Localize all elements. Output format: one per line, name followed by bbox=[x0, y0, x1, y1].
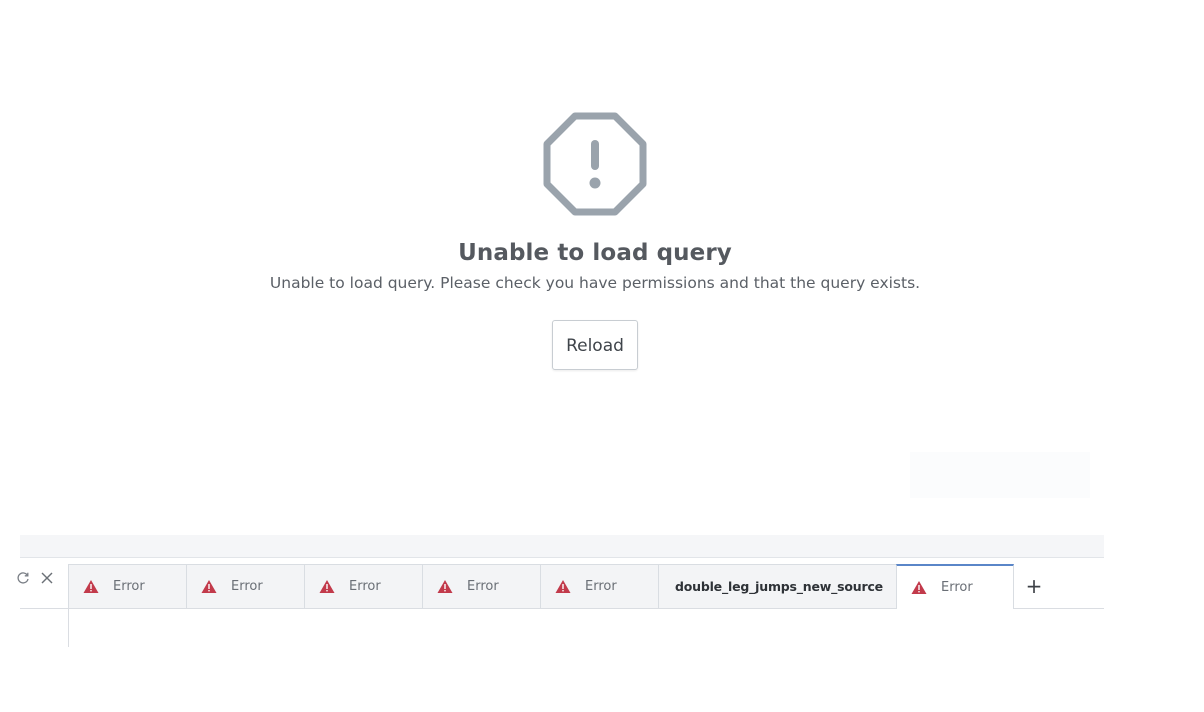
tab-error-4[interactable]: Error bbox=[422, 564, 540, 608]
tab-bar: Error Error Error Error Error double_leg… bbox=[17, 557, 1104, 609]
warning-triangle-icon bbox=[319, 580, 335, 593]
close-icon[interactable] bbox=[40, 571, 54, 585]
error-message: Unable to load query. Please check you h… bbox=[269, 274, 921, 292]
tab-label: Error bbox=[941, 580, 973, 595]
tab-error-1[interactable]: Error bbox=[68, 564, 186, 608]
tab-error-5[interactable]: Error bbox=[540, 564, 658, 608]
tab-error-2[interactable]: Error bbox=[186, 564, 304, 608]
ghost-toolbar bbox=[910, 452, 1090, 498]
tab-label: Error bbox=[113, 579, 145, 594]
warning-triangle-icon bbox=[201, 580, 217, 593]
tab-error-active[interactable]: Error bbox=[896, 564, 1014, 609]
tabbar-top-band bbox=[20, 535, 1104, 557]
tab-error-3[interactable]: Error bbox=[304, 564, 422, 608]
refresh-icon[interactable] bbox=[16, 571, 30, 585]
error-title: Unable to load query bbox=[458, 240, 732, 266]
panel-divider bbox=[68, 607, 69, 647]
warning-triangle-icon bbox=[437, 580, 453, 593]
octagon-exclamation-icon bbox=[543, 112, 647, 216]
tab-list: Error Error Error Error Error double_leg… bbox=[68, 564, 1054, 609]
error-panel: Unable to load query Unable to load quer… bbox=[0, 110, 1190, 370]
warning-triangle-icon bbox=[83, 580, 99, 593]
page: Unable to load query Unable to load quer… bbox=[0, 0, 1204, 712]
tab-label: Error bbox=[585, 579, 617, 594]
tab-label: Error bbox=[349, 579, 381, 594]
warning-triangle-icon bbox=[555, 580, 571, 593]
tabbar-controls bbox=[17, 558, 68, 598]
tab-label: Error bbox=[231, 579, 263, 594]
tab-double-leg-jumps[interactable]: double_leg_jumps_new_source bbox=[658, 564, 896, 608]
tab-label: Error bbox=[467, 579, 499, 594]
add-tab-button[interactable]: + bbox=[1014, 564, 1054, 608]
warning-triangle-icon bbox=[911, 581, 927, 594]
tab-label: double_leg_jumps_new_source bbox=[675, 579, 883, 594]
reload-button[interactable]: Reload bbox=[552, 320, 638, 370]
